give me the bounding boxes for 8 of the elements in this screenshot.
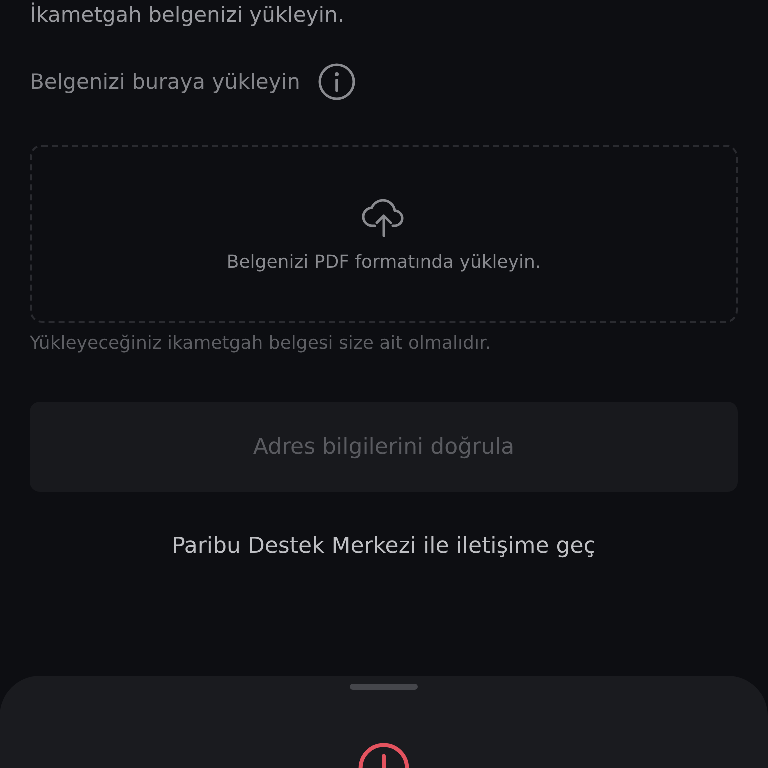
sheet-handle[interactable] [350, 684, 418, 690]
hint-text: Yükleyeceğiniz ikametgah belgesi size ait olmalıdır. [30, 333, 492, 354]
upload-dropzone[interactable]: Belgenizi PDF formatında yükleyin. [30, 145, 738, 323]
upload-label: Belgenizi buraya yükleyin [30, 70, 300, 94]
info-icon[interactable] [318, 63, 356, 101]
upload-instructions: Belgenizi PDF formatında yükleyin. [226, 252, 542, 272]
support-link[interactable]: Paribu Destek Merkezi ile iletişime geç [172, 534, 596, 559]
page-heading: İkametgah belgenizi yükleyin. [30, 2, 346, 28]
